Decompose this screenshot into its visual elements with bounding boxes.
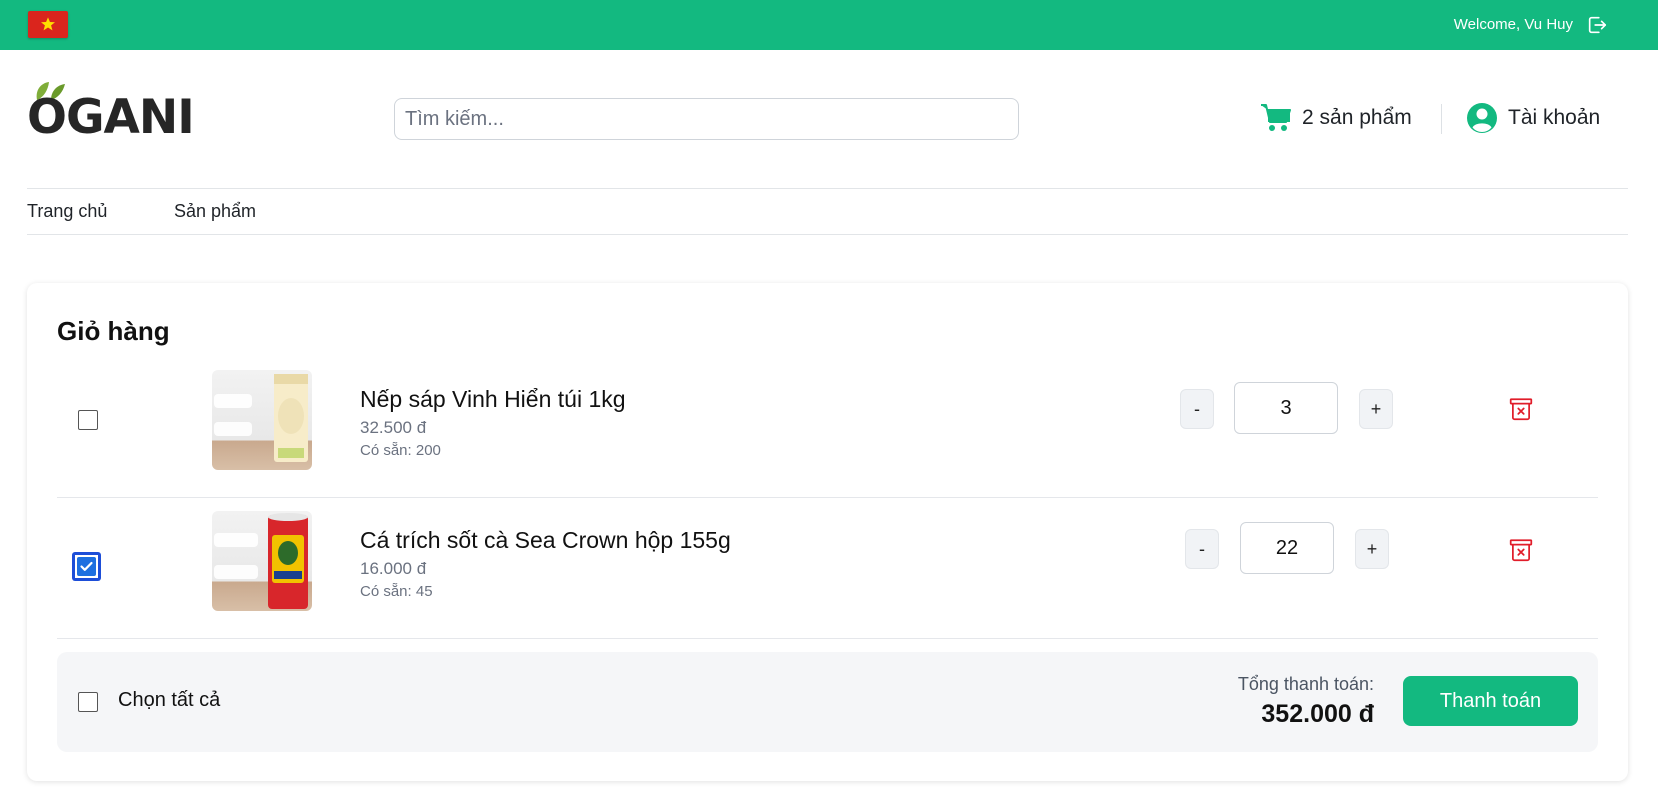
cart-summary-bar: Chọn tất cả Tổng thanh toán: 352.000 đ T… — [57, 652, 1598, 752]
quantity-input[interactable] — [1240, 522, 1334, 574]
total-label: Tổng thanh toán: — [1237, 674, 1374, 694]
item-checkbox[interactable] — [78, 410, 98, 430]
select-all-checkbox[interactable] — [78, 692, 98, 712]
decrease-quantity-button[interactable]: - — [1180, 389, 1214, 429]
checkout-button[interactable]: Thanh toán — [1403, 676, 1578, 726]
welcome-text: Welcome, Vu Huy — [1453, 16, 1573, 33]
cart-item: Nếp sáp Vinh Hiển túi 1kg 32.500 đ Có sẵ… — [57, 358, 1598, 498]
shopping-cart-icon — [1261, 104, 1291, 131]
product-stock: Có sẵn: 200 — [360, 442, 441, 459]
cart-title: Giỏ hàng — [57, 316, 170, 346]
item-checkbox-checked[interactable] — [73, 553, 100, 580]
cart-card: Giỏ hàng Nếp sáp Vinh Hiển túi 1kg 32.50… — [27, 283, 1628, 781]
user-avatar-icon — [1467, 103, 1497, 133]
decrease-quantity-button[interactable]: - — [1185, 529, 1219, 569]
account-link[interactable]: Tài khoản — [1466, 102, 1600, 134]
total-value: 352.000 đ — [1261, 700, 1374, 728]
delete-icon[interactable] — [1508, 396, 1534, 422]
product-name[interactable]: Nếp sáp Vinh Hiển túi 1kg — [360, 386, 626, 413]
header-divider — [1441, 104, 1442, 134]
increase-quantity-button[interactable]: + — [1355, 529, 1389, 569]
product-name[interactable]: Cá trích sốt cà Sea Crown hộp 155g — [360, 527, 731, 554]
nav-item-products[interactable]: Sản phẩm — [174, 201, 256, 222]
checkmark-icon — [80, 561, 93, 571]
cart-count-label: 2 sản phẩm — [1302, 106, 1412, 129]
vietnam-flag-icon — [28, 11, 68, 38]
top-bar: Welcome, Vu Huy — [0, 0, 1658, 50]
nav-item-home[interactable]: Trang chủ — [27, 201, 107, 222]
cart-item: Cá trích sốt cà Sea Crown hộp 155g 16.00… — [57, 499, 1598, 639]
product-image — [212, 370, 312, 470]
main-nav: Trang chủ Sản phẩm — [27, 188, 1628, 235]
increase-quantity-button[interactable]: + — [1359, 389, 1393, 429]
select-all-label[interactable]: Chọn tất cả — [118, 689, 220, 712]
search-input[interactable] — [394, 98, 1019, 140]
product-price: 16.000 đ — [360, 559, 427, 578]
product-price: 32.500 đ — [360, 418, 427, 437]
product-image — [212, 511, 312, 611]
product-stock: Có sẵn: 45 — [360, 583, 433, 600]
ogani-logo[interactable]: OGANI — [27, 82, 195, 145]
logo-text: OGANI — [27, 90, 195, 145]
delete-icon[interactable] — [1508, 537, 1534, 563]
logout-icon[interactable] — [1586, 14, 1608, 36]
account-label: Tài khoản — [1508, 106, 1601, 129]
quantity-input[interactable] — [1234, 382, 1338, 434]
cart-link[interactable]: 2 sản phẩm — [1260, 102, 1412, 134]
